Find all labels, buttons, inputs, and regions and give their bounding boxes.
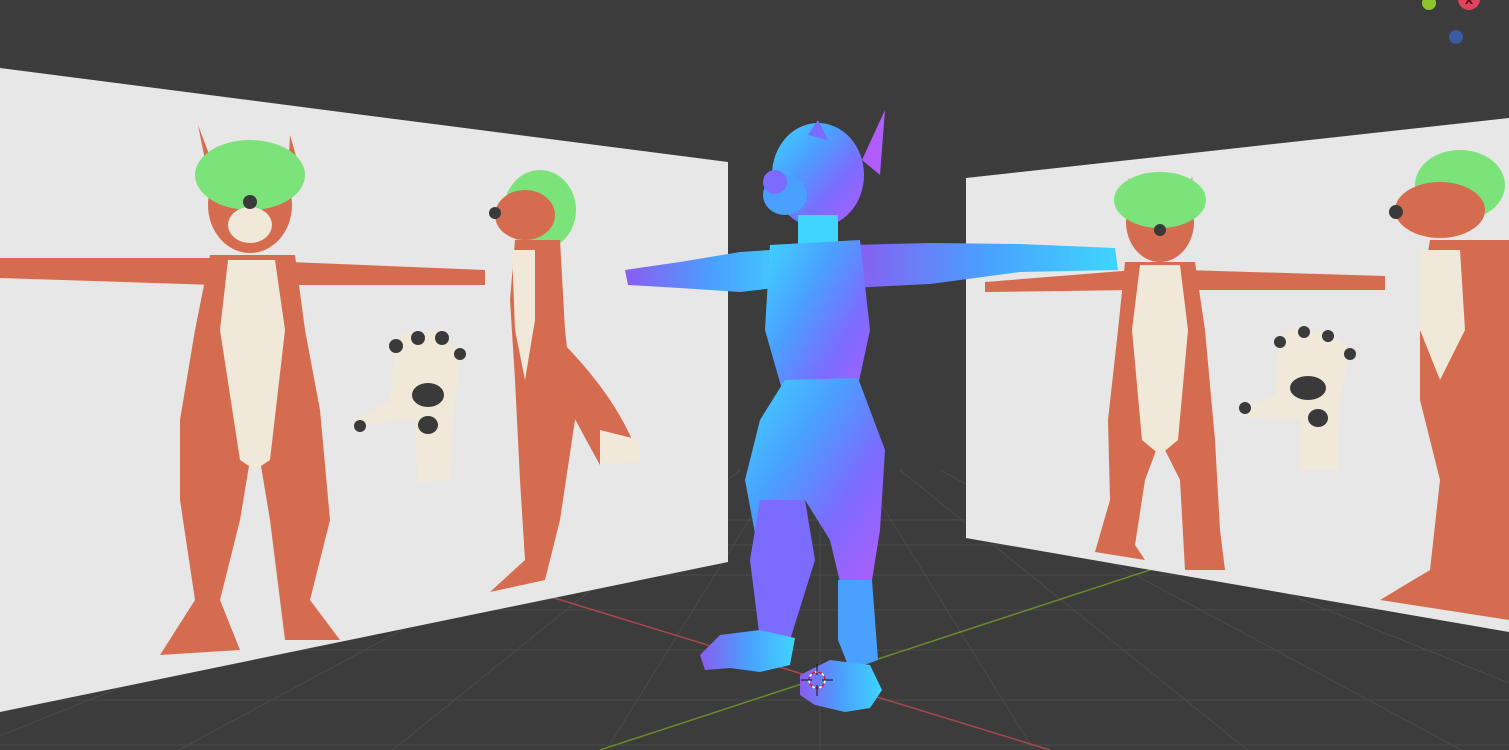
scene-canvas[interactable] [0,0,1509,750]
y-axis-line [599,564,1166,750]
x-axis-label: X [1464,0,1474,7]
reference-image-left[interactable] [0,68,728,712]
reference-image-right[interactable] [966,118,1509,632]
nav-gizmo-y-axis[interactable] [1449,30,1463,44]
3d-viewport[interactable]: X [0,0,1509,750]
